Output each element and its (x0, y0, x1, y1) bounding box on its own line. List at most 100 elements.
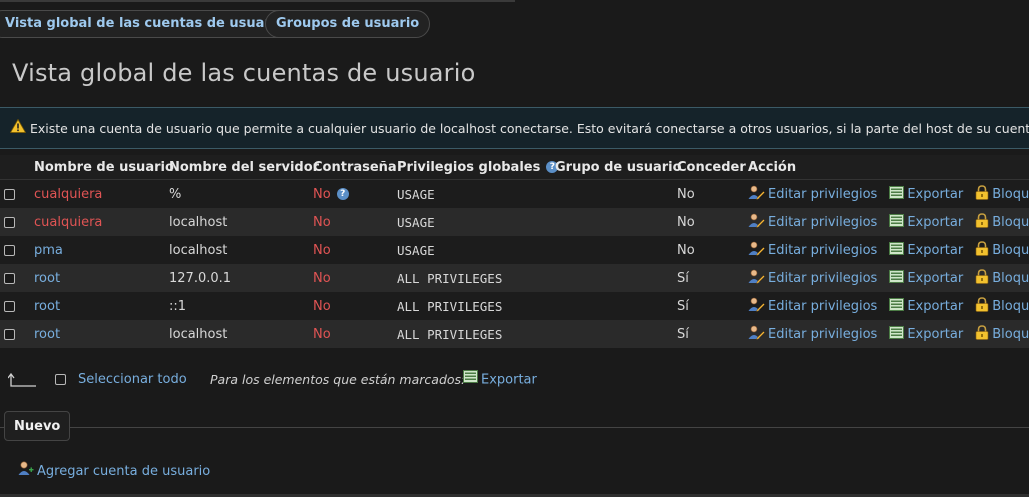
row-checkbox-cell (0, 264, 30, 292)
username[interactable]: root (34, 271, 60, 286)
grant-cell: Sí (673, 320, 744, 348)
grant-cell: No (673, 179, 744, 208)
lock-link[interactable]: Bloque (975, 184, 1029, 204)
user-cell: root (30, 264, 165, 292)
privileges-cell: USAGE (393, 208, 551, 236)
export-icon (889, 269, 905, 287)
row-checkbox-cell (0, 179, 30, 208)
header-select (0, 155, 30, 180)
header-user-group[interactable]: Grupo de usuario (551, 155, 682, 180)
export-icon (889, 213, 905, 231)
header-username[interactable]: Nombre de usuario (30, 155, 174, 180)
edit-privileges-link[interactable]: Editar privilegios (748, 241, 877, 260)
lock-icon (975, 184, 989, 204)
export-link[interactable]: Exportar (889, 269, 963, 287)
grant-cell: Sí (673, 264, 744, 292)
header-grant[interactable]: Conceder (673, 155, 746, 180)
header-host[interactable]: Nombre del servidor (165, 155, 319, 180)
user-group-cell (551, 320, 673, 348)
actions-cell: Editar privilegios Exportar Bloque (744, 292, 1029, 320)
user-group-cell (551, 292, 673, 320)
privileges-cell: ALL PRIVILEGES (393, 320, 551, 348)
lock-link[interactable]: Bloque (975, 324, 1029, 344)
password-status: No (313, 326, 331, 342)
table-row: pma localhost No USAGE No Editar privilegios E… (0, 236, 1029, 264)
header-privileges[interactable]: Privilegios globales? (393, 155, 559, 180)
host-cell: % (165, 179, 309, 208)
host-cell: localhost (165, 208, 309, 236)
select-all-checkbox[interactable] (55, 374, 66, 385)
username[interactable]: cualquiera (34, 187, 102, 202)
help-icon[interactable]: ? (336, 188, 349, 200)
host-cell: 127.0.0.1 (165, 264, 309, 292)
new-section-legend: Nuevo (4, 411, 71, 441)
export-icon (889, 241, 905, 259)
lock-link[interactable]: Bloque (975, 268, 1029, 288)
host-cell: localhost (165, 236, 309, 264)
user-cell: pma (30, 236, 165, 264)
grant-cell: Sí (673, 292, 744, 320)
privileges-cell: ALL PRIVILEGES (393, 264, 551, 292)
password-status: No (313, 242, 331, 258)
table-row: cualquiera localhost No USAGE No Editar privi… (0, 208, 1029, 236)
tab-user-groups[interactable]: Groupos de usuario (265, 10, 431, 38)
username[interactable]: root (34, 299, 60, 314)
warning-message: Existe una cuenta de usuario que permite… (0, 107, 1029, 149)
lock-icon (975, 268, 989, 288)
actions-cell: Editar privilegios Exportar Bloque (744, 264, 1029, 292)
export-link[interactable]: Exportar (889, 185, 963, 202)
edit-privileges-link[interactable]: Editar privilegios (748, 325, 877, 342)
row-checkbox-cell (0, 320, 30, 348)
password-cell: No (309, 292, 393, 320)
grant-cell: No (673, 236, 744, 264)
edit-privileges-icon (748, 241, 765, 260)
tab-user-accounts-overview[interactable]: Vista global de las cuentas de usuario (0, 10, 296, 38)
row-checkbox[interactable] (4, 188, 15, 200)
select-all-link[interactable]: Seleccionar todo (78, 366, 187, 394)
row-checkbox[interactable] (4, 244, 15, 256)
lock-icon (975, 324, 989, 344)
edit-privileges-icon (748, 269, 765, 288)
username[interactable]: pma (34, 243, 63, 258)
export-link[interactable]: Exportar (889, 297, 963, 315)
add-user-icon (18, 461, 34, 482)
password-cell: No (309, 320, 393, 348)
row-checkbox[interactable] (4, 328, 15, 340)
edit-privileges-icon (748, 297, 765, 316)
privileges-cell: USAGE (393, 236, 551, 264)
header-password[interactable]: Contraseña (309, 155, 397, 180)
top-divider (0, 0, 515, 2)
export-link[interactable]: Exportar (889, 213, 963, 231)
user-cell: root (30, 292, 165, 320)
edit-privileges-link[interactable]: Editar privilegios (748, 213, 877, 230)
lock-link[interactable]: Bloque (975, 296, 1029, 316)
edit-privileges-link[interactable]: Editar privilegios (748, 269, 877, 288)
export-link[interactable]: Exportar (889, 241, 963, 259)
lock-link[interactable]: Bloque (975, 212, 1029, 230)
lock-icon (975, 240, 989, 260)
export-link[interactable]: Exportar (889, 325, 963, 342)
row-checkbox[interactable] (4, 300, 15, 312)
password-cell: No (309, 236, 393, 264)
lock-icon (975, 296, 989, 316)
lock-link[interactable]: Bloque (975, 240, 1029, 260)
row-checkbox[interactable] (4, 272, 15, 284)
actions-cell: Editar privilegios Exportar Bloque (744, 320, 1029, 348)
add-user-account-link[interactable]: Agregar cuenta de usuario (18, 461, 210, 482)
marked-items-label: Para los elementos que están marcados: (210, 372, 466, 387)
password-status: No (313, 298, 331, 314)
user-cell: root (30, 320, 165, 348)
table-header-row: Nombre de usuario Nombre del servidor Co… (0, 155, 1029, 180)
row-checkbox[interactable] (4, 216, 15, 228)
bulk-actions-bar: Seleccionar todo Para los elementos que … (0, 366, 700, 394)
username[interactable]: cualquiera (34, 215, 102, 230)
export-selected-button[interactable]: Exportar (463, 366, 537, 395)
username[interactable]: root (34, 327, 60, 342)
edit-privileges-link[interactable]: Editar privilegios (748, 297, 877, 316)
export-icon (889, 297, 905, 315)
actions-cell: Editar privilegios Exportar Bloque (744, 236, 1029, 264)
table-row: cualquiera% No? USAGE No Editar privilegios E… (0, 179, 1029, 208)
warning-text: Existe una cuenta de usuario que permite… (30, 121, 1029, 136)
table-row: root localhost No ALL PRIVILEGES Sí Editar pr… (0, 320, 1029, 348)
edit-privileges-link[interactable]: Editar privilegios (748, 185, 877, 202)
